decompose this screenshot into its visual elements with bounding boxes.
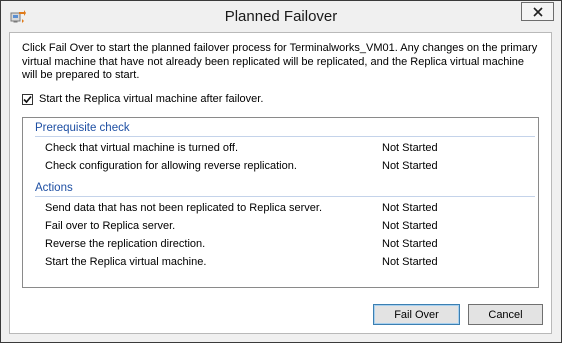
section-title-actions: Actions (35, 182, 73, 194)
step-label: Send data that has not been replicated t… (45, 202, 323, 214)
step-label: Start the Replica virtual machine. (45, 256, 207, 268)
step-status: Not Started (382, 238, 438, 250)
cancel-button[interactable]: Cancel (468, 304, 543, 325)
section-divider (35, 136, 535, 137)
dialog-content: Click Fail Over to start the planned fai… (9, 32, 552, 334)
start-replica-label[interactable]: Start the Replica virtual machine after … (39, 93, 263, 105)
title-bar: Planned Failover (1, 1, 561, 32)
step-status: Not Started (382, 160, 438, 172)
close-icon (532, 6, 543, 17)
start-replica-option[interactable]: Start the Replica virtual machine after … (22, 92, 263, 106)
step-label: Fail over to Replica server. (45, 220, 176, 232)
step-label: Reverse the replication direction. (45, 238, 206, 250)
failover-steps-panel: Prerequisite check Check that virtual ma… (22, 117, 539, 288)
step-status: Not Started (382, 142, 438, 154)
planned-failover-dialog: Planned Failover Click Fail Over to star… (0, 0, 562, 343)
fail-over-button[interactable]: Fail Over (373, 304, 460, 325)
step-label: Check that virtual machine is turned off… (45, 142, 239, 154)
window-title: Planned Failover (224, 8, 338, 25)
step-label: Check configuration for allowing reverse… (45, 160, 297, 172)
start-replica-checkbox[interactable] (22, 93, 33, 105)
close-button[interactable] (521, 2, 554, 21)
failover-description: Click Fail Over to start the planned fai… (22, 42, 538, 81)
step-status: Not Started (382, 202, 438, 214)
section-divider (35, 196, 535, 197)
section-title-prerequisite: Prerequisite check (35, 122, 130, 134)
checkmark-icon (23, 95, 32, 103)
step-status: Not Started (382, 256, 438, 268)
step-status: Not Started (382, 220, 438, 232)
